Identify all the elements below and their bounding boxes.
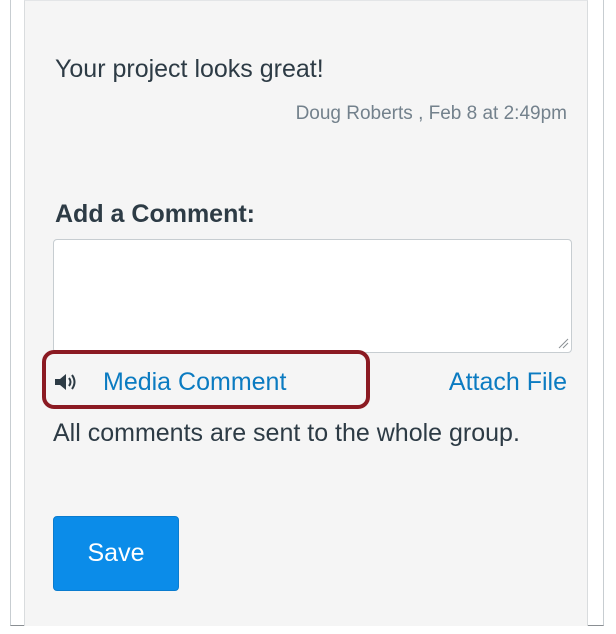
comment-author-timestamp: Doug Roberts , Feb 8 at 2:49pm <box>295 103 567 124</box>
attach-file-link[interactable]: Attach File <box>449 368 567 397</box>
add-comment-heading: Add a Comment: <box>55 200 255 228</box>
save-button[interactable]: Save <box>53 516 179 591</box>
speaker-icon <box>55 374 76 390</box>
comment-textarea[interactable] <box>53 239 572 353</box>
media-comment-link[interactable]: Media Comment <box>53 365 286 399</box>
comment-body: Your project looks great! <box>55 55 324 83</box>
comments-panel: Your project looks great! Doug Roberts ,… <box>24 0 588 626</box>
media-comment-label: Media Comment <box>103 367 287 396</box>
group-comment-note: All comments are sent to the whole group… <box>53 419 520 447</box>
comments-page: Your project looks great! Doug Roberts ,… <box>0 0 616 634</box>
